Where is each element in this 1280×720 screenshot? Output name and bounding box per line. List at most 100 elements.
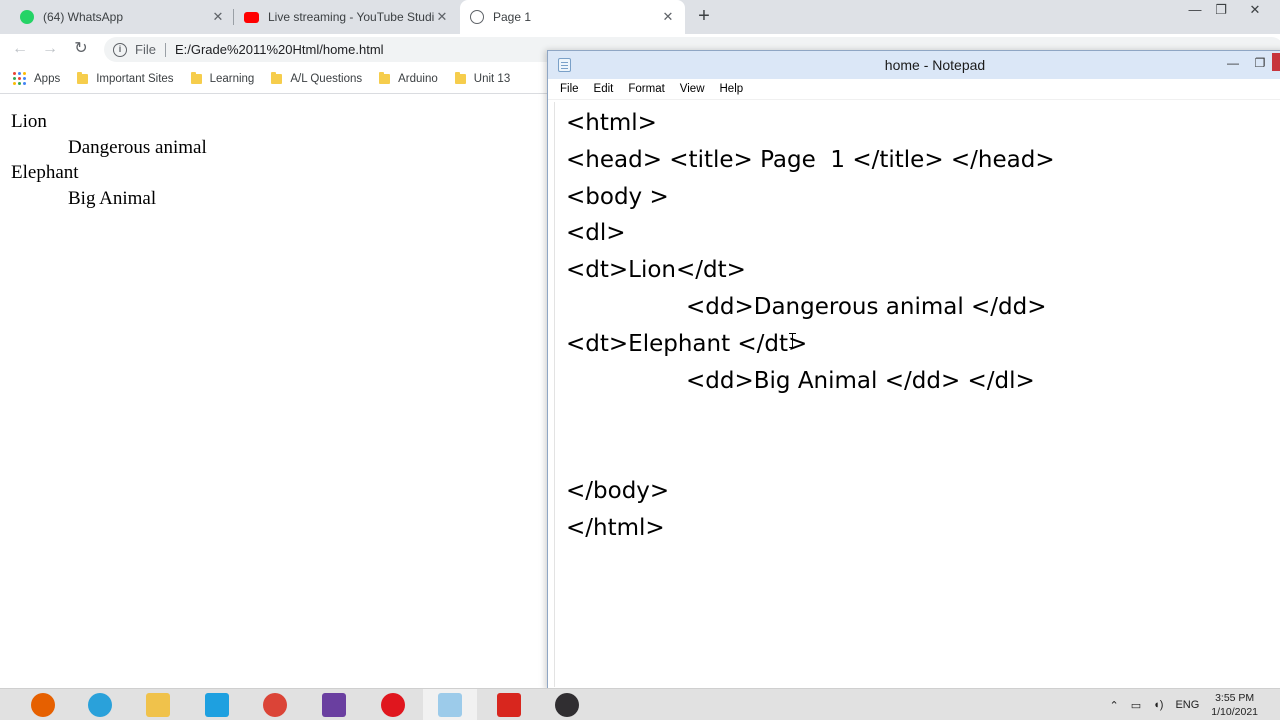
bookmark-arduino[interactable]: Arduino <box>379 71 438 85</box>
taskbar: ⌃ ▭ ◖) ENG 3:55 PM 1/10/2021 <box>0 688 1280 720</box>
internet-explorer-icon <box>205 693 229 717</box>
tab-whatsapp[interactable]: (64) WhatsApp ✕ <box>10 0 232 34</box>
i-beam-cursor-icon <box>789 333 796 348</box>
folder-icon <box>271 71 283 84</box>
bookmark-al-questions[interactable]: A/L Questions <box>271 71 363 85</box>
clock-date: 1/10/2021 <box>1211 706 1258 718</box>
taskbar-button[interactable] <box>307 689 361 720</box>
menu-view[interactable]: View <box>680 83 705 95</box>
whatsapp-icon <box>20 10 34 24</box>
tab-page-1[interactable]: Page 1 ✕ <box>460 0 685 34</box>
taskbar-button[interactable] <box>248 689 302 720</box>
definition-term: Lion <box>11 111 47 132</box>
reload-button[interactable]: ↻ <box>70 38 92 60</box>
taskbar-button[interactable] <box>190 689 244 720</box>
window-title: home - Notepad <box>884 57 986 73</box>
url-text[interactable]: E:/Grade%2011%20Html/home.html <box>175 42 384 57</box>
menu-format[interactable]: Format <box>628 83 664 95</box>
notepad-menu-bar: File Edit Format View Help <box>548 79 1280 100</box>
taskbar-button[interactable] <box>423 689 477 720</box>
clock[interactable]: 3:55 PM 1/10/2021 <box>1211 691 1258 719</box>
definition-description: Big Animal <box>68 187 157 209</box>
taskbar-button[interactable] <box>73 689 127 720</box>
speaker-icon[interactable]: ◖) <box>1153 699 1163 711</box>
code-line: </html> <box>566 514 665 541</box>
youtube-icon <box>244 11 259 23</box>
bookmark-label: Apps <box>34 72 61 85</box>
close-window-button[interactable] <box>1272 53 1280 71</box>
menu-edit[interactable]: Edit <box>594 83 614 95</box>
back-button[interactable]: ← <box>9 38 31 60</box>
taskbar-button[interactable] <box>131 689 185 720</box>
language-indicator[interactable]: ENG <box>1175 699 1199 711</box>
notepad-window: home - Notepad — ❐ File Edit Format View… <box>547 50 1280 690</box>
bookmark-learning[interactable]: Learning <box>190 71 255 85</box>
folder-icon <box>454 71 466 84</box>
bookmark-label: Unit 13 <box>473 72 511 85</box>
obs-icon <box>555 693 579 717</box>
opera-icon <box>381 693 405 717</box>
bookmark-apps[interactable]: Apps <box>13 72 60 85</box>
chrome-icon <box>263 693 287 717</box>
bookmark-label: Arduino <box>398 72 438 85</box>
acrobat-icon <box>497 693 521 717</box>
tab-youtube-studio[interactable]: Live streaming - YouTube Studio ✕ <box>236 0 456 34</box>
desktop: (64) WhatsApp ✕ Live streaming - YouTube… <box>0 0 1280 720</box>
tab-separator <box>233 9 234 25</box>
browser-tab-strip: (64) WhatsApp ✕ Live streaming - YouTube… <box>0 0 1280 34</box>
folder-icon <box>77 71 89 84</box>
forward-button[interactable]: → <box>39 38 61 60</box>
menu-file[interactable]: File <box>560 83 579 95</box>
tab-label: Page 1 <box>493 10 532 24</box>
bookmark-label: A/L Questions <box>290 72 363 85</box>
close-icon[interactable]: ✕ <box>434 9 450 25</box>
globe-icon <box>470 10 484 24</box>
info-icon[interactable]: i <box>113 42 127 57</box>
tab-label: (64) WhatsApp <box>43 10 124 24</box>
code-line: <dd>Big Animal </dd> </dl> <box>686 367 1035 394</box>
code-text: <html> <head> <title> Page 1 </title> </h… <box>555 102 1280 547</box>
code-line: <dd>Dangerous animal </dd> <box>686 293 1047 320</box>
code-line: <html> <box>566 110 657 136</box>
taskbar-button[interactable] <box>482 689 536 720</box>
notepad-title-bar[interactable]: home - Notepad — ❐ <box>548 51 1280 79</box>
definition-description: Dangerous animal <box>68 136 207 158</box>
code-line: <head> <title> Page 1 </title> </head> <box>566 146 1055 173</box>
bookmark-label: Learning <box>209 72 255 85</box>
telegram-icon <box>88 693 112 717</box>
taskbar-button[interactable] <box>540 689 594 720</box>
maximize-button[interactable]: ❐ <box>1248 53 1272 75</box>
code-line: <dl> <box>566 220 626 247</box>
maximize-button[interactable]: ❐ <box>1206 0 1236 22</box>
menu-help[interactable]: Help <box>720 83 744 95</box>
definition-term: Elephant <box>11 162 79 183</box>
scheme-chip: File <box>135 42 166 57</box>
firefox-icon <box>31 693 55 717</box>
bookmark-important-sites[interactable]: Important Sites <box>77 71 174 85</box>
minimize-button[interactable]: — <box>1221 53 1245 75</box>
network-icon[interactable]: ▭ <box>1131 699 1141 712</box>
apps-grid-icon <box>13 72 26 85</box>
text-editor-area[interactable]: <html> <head> <title> Page 1 </title> </h… <box>554 102 1280 687</box>
tab-label: Live streaming - YouTube Studio <box>268 10 434 24</box>
winrar-icon <box>322 693 346 717</box>
taskbar-button[interactable] <box>366 689 420 720</box>
bookmark-unit-13[interactable]: Unit 13 <box>454 71 511 85</box>
new-tab-button[interactable]: + <box>695 4 713 28</box>
definition-list: Lion Dangerous animal Elephant Big Anima… <box>0 95 548 211</box>
code-line: </body> <box>566 477 670 504</box>
rendered-page: Lion Dangerous animal Elephant Big Anima… <box>0 95 548 685</box>
close-icon[interactable]: ✕ <box>660 9 676 25</box>
clock-time: 3:55 PM <box>1215 692 1255 704</box>
code-line: <dt>Elephant </dt> <box>566 330 808 357</box>
folder-icon <box>379 71 391 84</box>
close-icon[interactable]: ✕ <box>210 9 226 25</box>
show-hidden-icons-icon[interactable]: ⌃ <box>1110 699 1119 712</box>
code-line: <dt>Lion</dt> <box>566 257 746 284</box>
taskbar-button[interactable] <box>16 689 70 720</box>
close-window-button[interactable]: ✕ <box>1240 0 1270 22</box>
notepad-icon <box>438 693 462 717</box>
bookmark-label: Important Sites <box>96 72 174 85</box>
